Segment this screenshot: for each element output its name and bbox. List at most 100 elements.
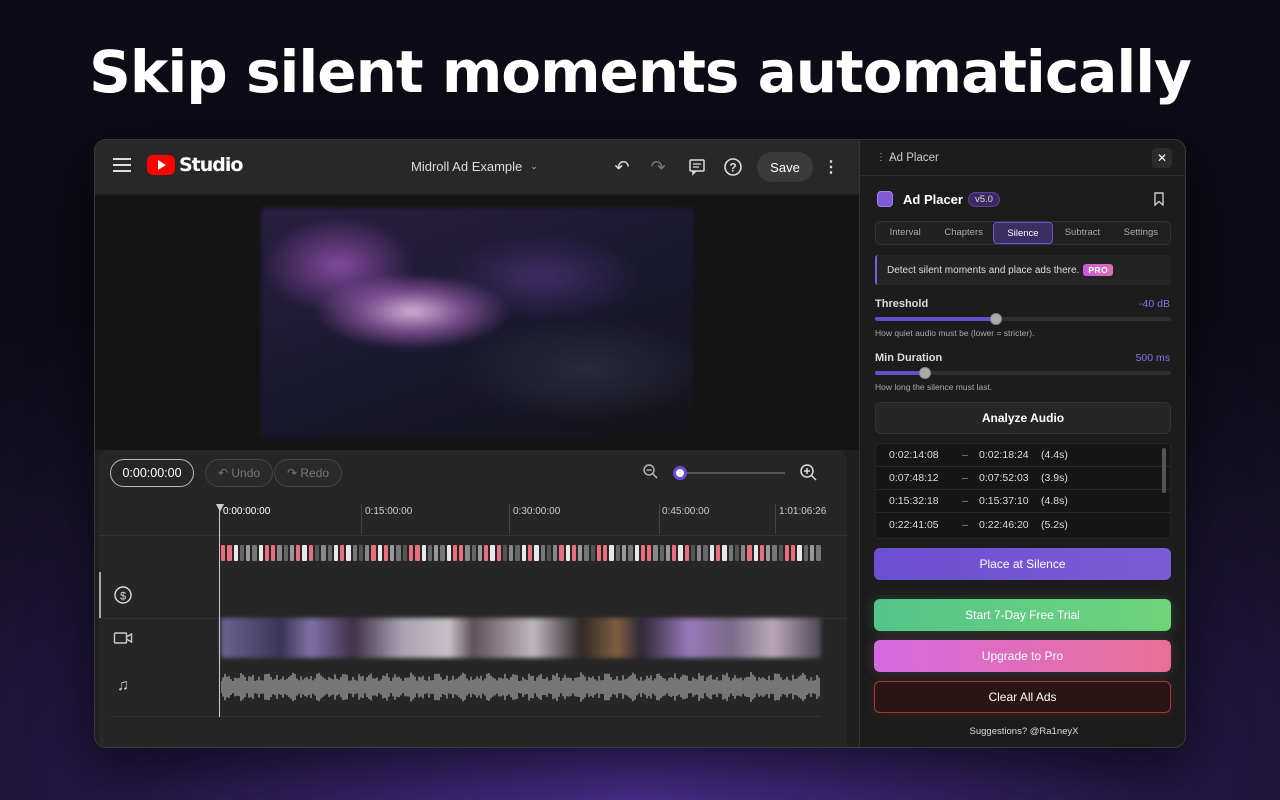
zoom-slider-thumb[interactable] [673,466,687,480]
ad-marker[interactable] [484,545,489,561]
undo-icon[interactable]: ↶ [610,155,634,179]
ad-marker[interactable] [358,545,364,561]
music-note-icon[interactable]: ♫ [113,676,133,696]
ad-marker[interactable] [640,545,646,561]
ad-marker[interactable] [477,545,483,561]
redo-icon[interactable]: ↷ [646,155,670,179]
list-item[interactable]: 0:02:14:08 – 0:02:18:24 (4.4s) [876,444,1170,467]
zoom-in-icon[interactable] [799,463,817,481]
bookmark-icon[interactable] [1152,192,1166,207]
ad-marker[interactable] [778,545,783,561]
ad-marker[interactable] [678,545,683,561]
ad-marker[interactable] [446,545,451,561]
ad-markers-track[interactable] [221,545,821,561]
ad-marker[interactable] [816,545,821,561]
ad-marker[interactable] [747,545,752,561]
playhead-line[interactable] [219,504,220,717]
ad-marker[interactable] [383,545,389,561]
ad-marker[interactable] [302,545,307,561]
ad-marker[interactable] [521,545,527,561]
timecode-display[interactable]: 0:00:00:00 [110,459,194,487]
ad-marker[interactable] [340,545,345,561]
video-track-clip[interactable] [221,618,821,658]
list-item[interactable]: 0:22:41:05 – 0:22:46:20 (5.2s) [876,513,1170,536]
ad-marker[interactable] [515,545,520,561]
place-at-silence-button[interactable]: Place at Silence [874,548,1171,580]
ad-marker[interactable] [421,545,426,561]
ad-marker[interactable] [534,545,539,561]
ad-marker[interactable] [333,545,339,561]
ad-marker[interactable] [308,545,313,561]
footer-suggestions[interactable]: Suggestions? @Ra1neyX [860,726,1185,737]
start-free-trial-button[interactable]: Start 7-Day Free Trial [874,599,1171,631]
threshold-slider-thumb[interactable] [990,313,1003,325]
close-icon[interactable]: ✕ [1152,148,1172,168]
ad-marker[interactable] [233,545,238,561]
ad-marker[interactable] [402,545,407,561]
ad-marker[interactable] [365,545,370,561]
ad-marker[interactable] [390,545,395,561]
ad-marker[interactable] [734,545,740,561]
ad-marker[interactable] [440,545,445,561]
ad-marker[interactable] [809,545,815,561]
ad-marker[interactable] [571,545,577,561]
ad-marker[interactable] [227,545,232,561]
ad-marker[interactable] [728,545,733,561]
ad-marker[interactable] [465,545,470,561]
ad-marker[interactable] [321,545,326,561]
ad-marker[interactable] [753,545,758,561]
ad-marker[interactable] [628,545,633,561]
tab-subtract[interactable]: Subtract [1053,222,1111,244]
ad-marker[interactable] [596,545,602,561]
ad-marker[interactable] [277,545,282,561]
zoom-out-icon[interactable] [641,463,659,481]
ad-marker[interactable] [709,545,714,561]
ad-marker[interactable] [502,545,508,561]
ad-marker[interactable] [283,545,288,561]
ad-marker[interactable] [346,545,351,561]
ad-marker[interactable] [741,545,746,561]
feedback-icon[interactable] [685,155,709,179]
dollar-icon[interactable]: $ [113,585,133,605]
ad-marker[interactable] [791,545,796,561]
ad-marker[interactable] [590,545,595,561]
studio-logo[interactable]: Studio [147,154,243,176]
analyze-audio-button[interactable]: Analyze Audio [875,402,1171,434]
ad-marker[interactable] [659,545,664,561]
ad-marker[interactable] [377,545,382,561]
ad-marker[interactable] [471,545,476,561]
ad-marker[interactable] [327,545,332,561]
ad-marker[interactable] [647,545,652,561]
ad-marker[interactable] [697,545,702,561]
more-vert-icon[interactable]: ⋮ [823,157,839,177]
ad-marker[interactable] [490,545,495,561]
ad-marker[interactable] [803,545,808,561]
min-duration-slider-thumb[interactable] [919,367,932,379]
ad-marker[interactable] [246,545,251,561]
ad-marker[interactable] [546,545,552,561]
ad-marker[interactable] [690,545,696,561]
tab-settings[interactable]: Settings [1112,222,1170,244]
help-icon[interactable]: ? [721,155,745,179]
ad-marker[interactable] [559,545,564,561]
ad-marker[interactable] [578,545,583,561]
ad-marker[interactable] [759,545,765,561]
video-preview[interactable] [261,208,694,438]
list-item[interactable]: 0:07:48:12 – 0:07:52:03 (3.9s) [876,467,1170,490]
ad-marker[interactable] [653,545,658,561]
ad-marker[interactable] [797,545,802,561]
ad-marker[interactable] [258,545,263,561]
save-button[interactable]: Save [757,152,813,182]
upgrade-to-pro-button[interactable]: Upgrade to Pro [874,640,1171,672]
ad-marker[interactable] [371,545,376,561]
threshold-slider[interactable] [875,313,1171,325]
ad-marker[interactable] [352,545,357,561]
ad-marker[interactable] [271,545,276,561]
tab-chapters[interactable]: Chapters [934,222,992,244]
ad-marker[interactable] [665,545,671,561]
tab-interval[interactable]: Interval [876,222,934,244]
ad-marker[interactable] [239,545,245,561]
ad-marker[interactable] [434,545,439,561]
zoom-slider-track[interactable] [677,472,785,474]
ad-marker[interactable] [715,545,721,561]
